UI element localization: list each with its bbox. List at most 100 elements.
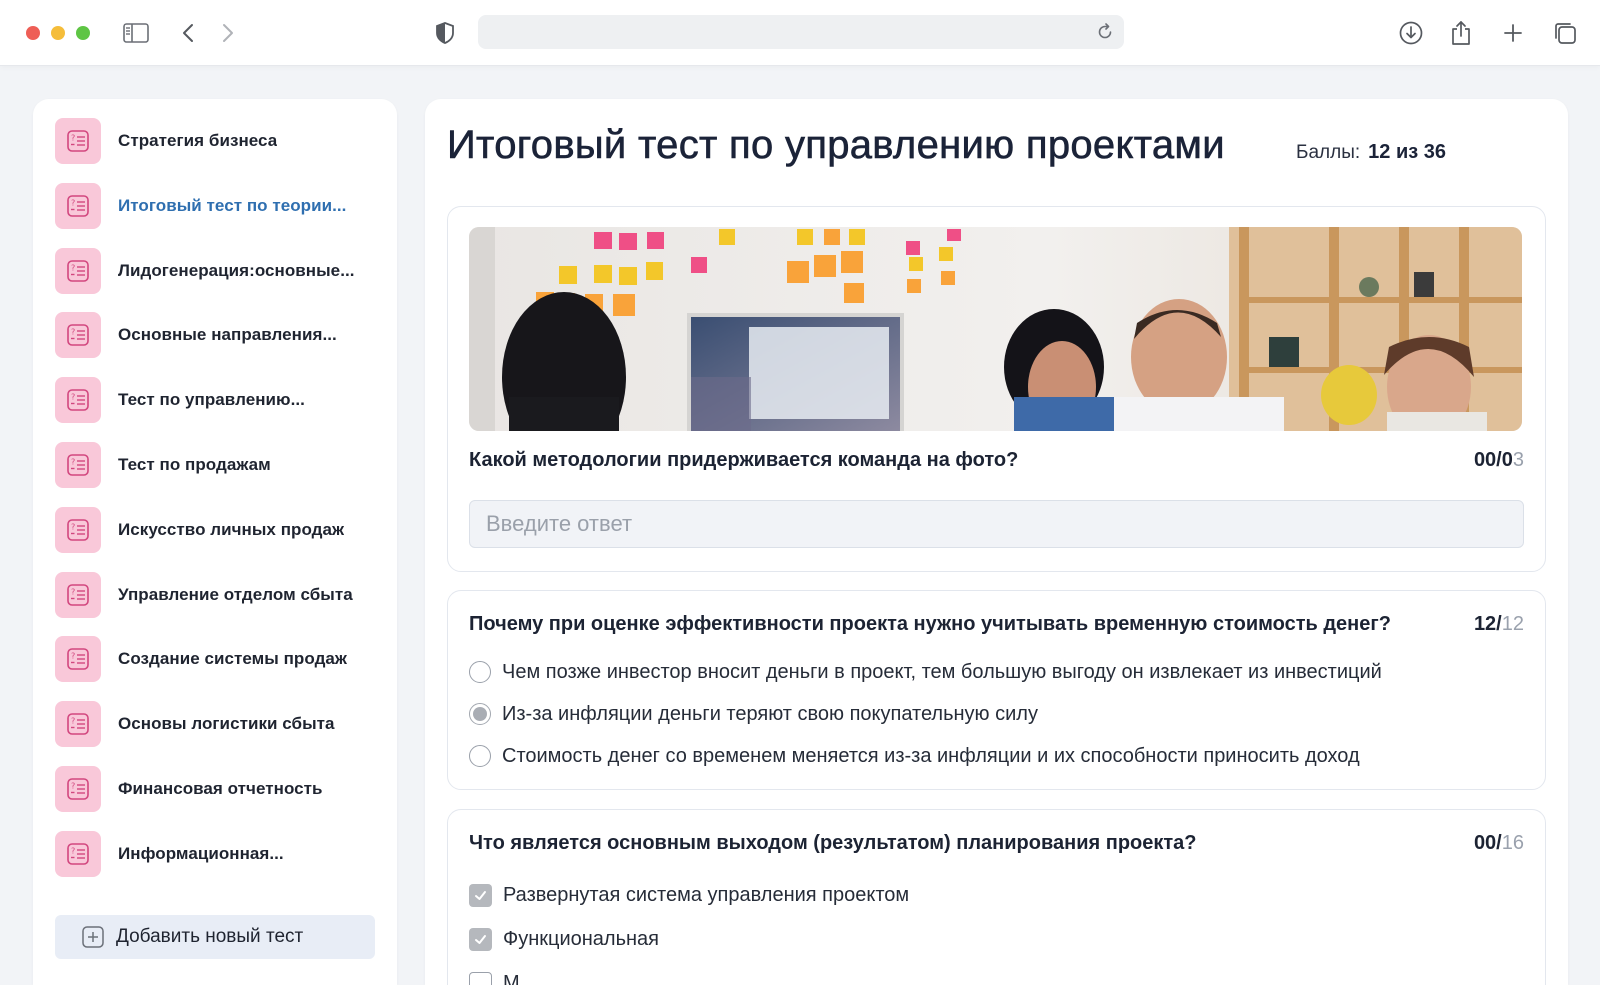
sidebar-item-label: Основные направления... (118, 325, 337, 345)
option-label: Чем позже инвестор вносит деньги в проек… (502, 660, 1382, 683)
sidebar-item[interactable]: ? Тест по продажам (55, 442, 375, 488)
score-value: 12 из 36 (1368, 141, 1446, 163)
radio-button[interactable] (469, 745, 491, 767)
sidebar-item[interactable]: ? Основы логистики сбыта (55, 701, 375, 748)
question-score: 00/16 (1474, 832, 1524, 855)
page-title: Итоговый тест по управлению проектами (447, 123, 1225, 168)
tests-sidebar: ? Стратегия бизнеса? Итоговый тест по теор… (33, 99, 397, 985)
svg-text:?: ? (71, 587, 75, 596)
radio-option[interactable]: Чем позже инвестор вносит деньги в проек… (469, 659, 1382, 685)
test-content: Итоговый тест по управлению проектами Ба… (425, 99, 1568, 985)
score-earned: 12/ (1473, 613, 1502, 635)
svg-text:?: ? (71, 328, 75, 337)
add-test-button[interactable]: Добавить новый тест (55, 915, 375, 959)
option-label: Функциональная (503, 927, 660, 950)
sidebar-item[interactable]: ? Тест по управлению... (55, 377, 375, 424)
sidebar-item[interactable]: ? Основные направления... (55, 312, 375, 359)
radio-button[interactable] (469, 703, 491, 725)
sidebar-item[interactable]: ? Стратегия бизнеса (55, 118, 375, 164)
checkbox-option[interactable]: М (469, 970, 520, 985)
answer-input[interactable] (469, 500, 1524, 548)
shield-icon[interactable] (429, 17, 461, 49)
sidebar-item-label: Создание системы продаж (118, 649, 348, 669)
score-earned: 00/ (1473, 832, 1502, 854)
quiz-icon: ? (55, 636, 101, 683)
share-icon[interactable] (1445, 17, 1477, 49)
svg-text:?: ? (71, 522, 75, 531)
quiz-icon: ? (55, 442, 101, 488)
svg-text:?: ? (71, 717, 75, 726)
radio-option[interactable]: Стоимость денег со временем меняется из-… (469, 743, 1360, 769)
option-label: Развернутая система управления проектом (503, 883, 910, 906)
question-score: 00/03 (1474, 449, 1524, 472)
quiz-icon: ? (55, 701, 101, 748)
sidebar-item-label: Управление отделом сбыта (118, 584, 353, 604)
address-bar[interactable] (478, 15, 1124, 49)
maximize-window-button[interactable] (76, 26, 90, 40)
sidebar-item[interactable]: ? Итоговый тест по теории... (55, 182, 375, 229)
sidebar-item-label: Тест по продажам (118, 455, 271, 474)
minimize-window-button[interactable] (51, 26, 65, 40)
option-label: Из-за инфляции деньги теряют свою покупа… (502, 702, 1038, 725)
sidebar-item[interactable]: ? Финансовая отчетность (55, 766, 375, 812)
add-test-label: Добавить новый тест (116, 926, 304, 947)
sidebar-item-label: Информационная... (118, 843, 284, 863)
reload-icon[interactable] (1096, 23, 1114, 46)
forward-arrow-icon[interactable] (212, 17, 244, 49)
download-icon[interactable] (1395, 17, 1427, 49)
question-card: Какой методологии придерживается команда… (447, 206, 1546, 572)
score-earned: 00/0 (1473, 449, 1513, 471)
score-max: 3 (1512, 449, 1524, 471)
sidebar-item-label: Стратегия бизнеса (118, 131, 278, 150)
quiz-icon: ? (55, 118, 101, 164)
sidebar-item-label: Итоговый тест по теории... (118, 195, 347, 215)
svg-text:?: ? (71, 458, 75, 467)
sidebar-item-label: Искусство личных продаж (118, 519, 345, 539)
quiz-icon: ? (55, 830, 101, 877)
checkbox-option[interactable]: Функциональная (469, 926, 659, 952)
question-text: Что является основным выходом (результат… (469, 832, 1197, 854)
question-card: Что является основным выходом (результат… (447, 809, 1546, 985)
score-max: 12 (1501, 613, 1524, 635)
back-arrow-icon[interactable] (172, 17, 204, 49)
svg-text:?: ? (71, 198, 75, 207)
tabs-overview-icon[interactable] (1549, 17, 1581, 49)
new-tab-plus-icon[interactable] (1497, 17, 1529, 49)
team-photo (469, 227, 1522, 431)
radio-button[interactable] (469, 661, 491, 683)
quiz-icon: ? (55, 312, 101, 359)
option-label: М (503, 971, 520, 985)
svg-text:?: ? (71, 263, 75, 272)
checkbox-option[interactable]: Развернутая система управления проектом (469, 882, 909, 908)
sidebar-item[interactable]: ? Управление отделом сбыта (55, 571, 375, 618)
quiz-icon: ? (55, 247, 101, 294)
sidebar-item[interactable]: ? Информационная... (55, 830, 375, 877)
plus-square-icon (82, 926, 104, 948)
question-card: Почему при оценке эффективности проекта … (447, 590, 1546, 790)
quiz-icon: ? (55, 182, 101, 229)
sidebar-item[interactable]: ? Искусство личных продаж (55, 506, 375, 553)
question-text: Какой методологии придерживается команда… (469, 449, 1019, 471)
quiz-icon: ? (55, 506, 101, 553)
option-label: Стоимость денег со временем меняется из-… (502, 744, 1360, 767)
question-text: Почему при оценке эффективности проекта … (469, 613, 1391, 635)
sidebar-toggle-icon[interactable] (120, 17, 152, 49)
radio-option[interactable]: Из-за инфляции деньги теряют свою покупа… (469, 701, 1038, 727)
close-window-button[interactable] (26, 26, 40, 40)
sidebar-item-label: Основы логистики сбыта (118, 714, 335, 734)
score-summary: Баллы: 12 из 36 (1296, 141, 1446, 164)
checkbox[interactable] (469, 883, 492, 907)
sidebar-item[interactable]: ? Лидогенерация:основные... (55, 247, 375, 294)
sidebar-item-label: Финансовая отчетность (118, 779, 323, 798)
checkbox[interactable] (469, 927, 492, 951)
question-score: 12/12 (1474, 613, 1524, 636)
quiz-icon: ? (55, 571, 101, 618)
quiz-icon: ? (55, 766, 101, 812)
sidebar-item[interactable]: ? Создание системы продаж (55, 636, 375, 683)
quiz-icon: ? (55, 377, 101, 424)
svg-text:?: ? (71, 393, 75, 402)
checkbox[interactable] (469, 971, 492, 985)
sidebar-item-label: Тест по управлению... (118, 390, 305, 410)
score-label: Баллы: (1296, 142, 1361, 163)
browser-toolbar (0, 0, 1600, 66)
